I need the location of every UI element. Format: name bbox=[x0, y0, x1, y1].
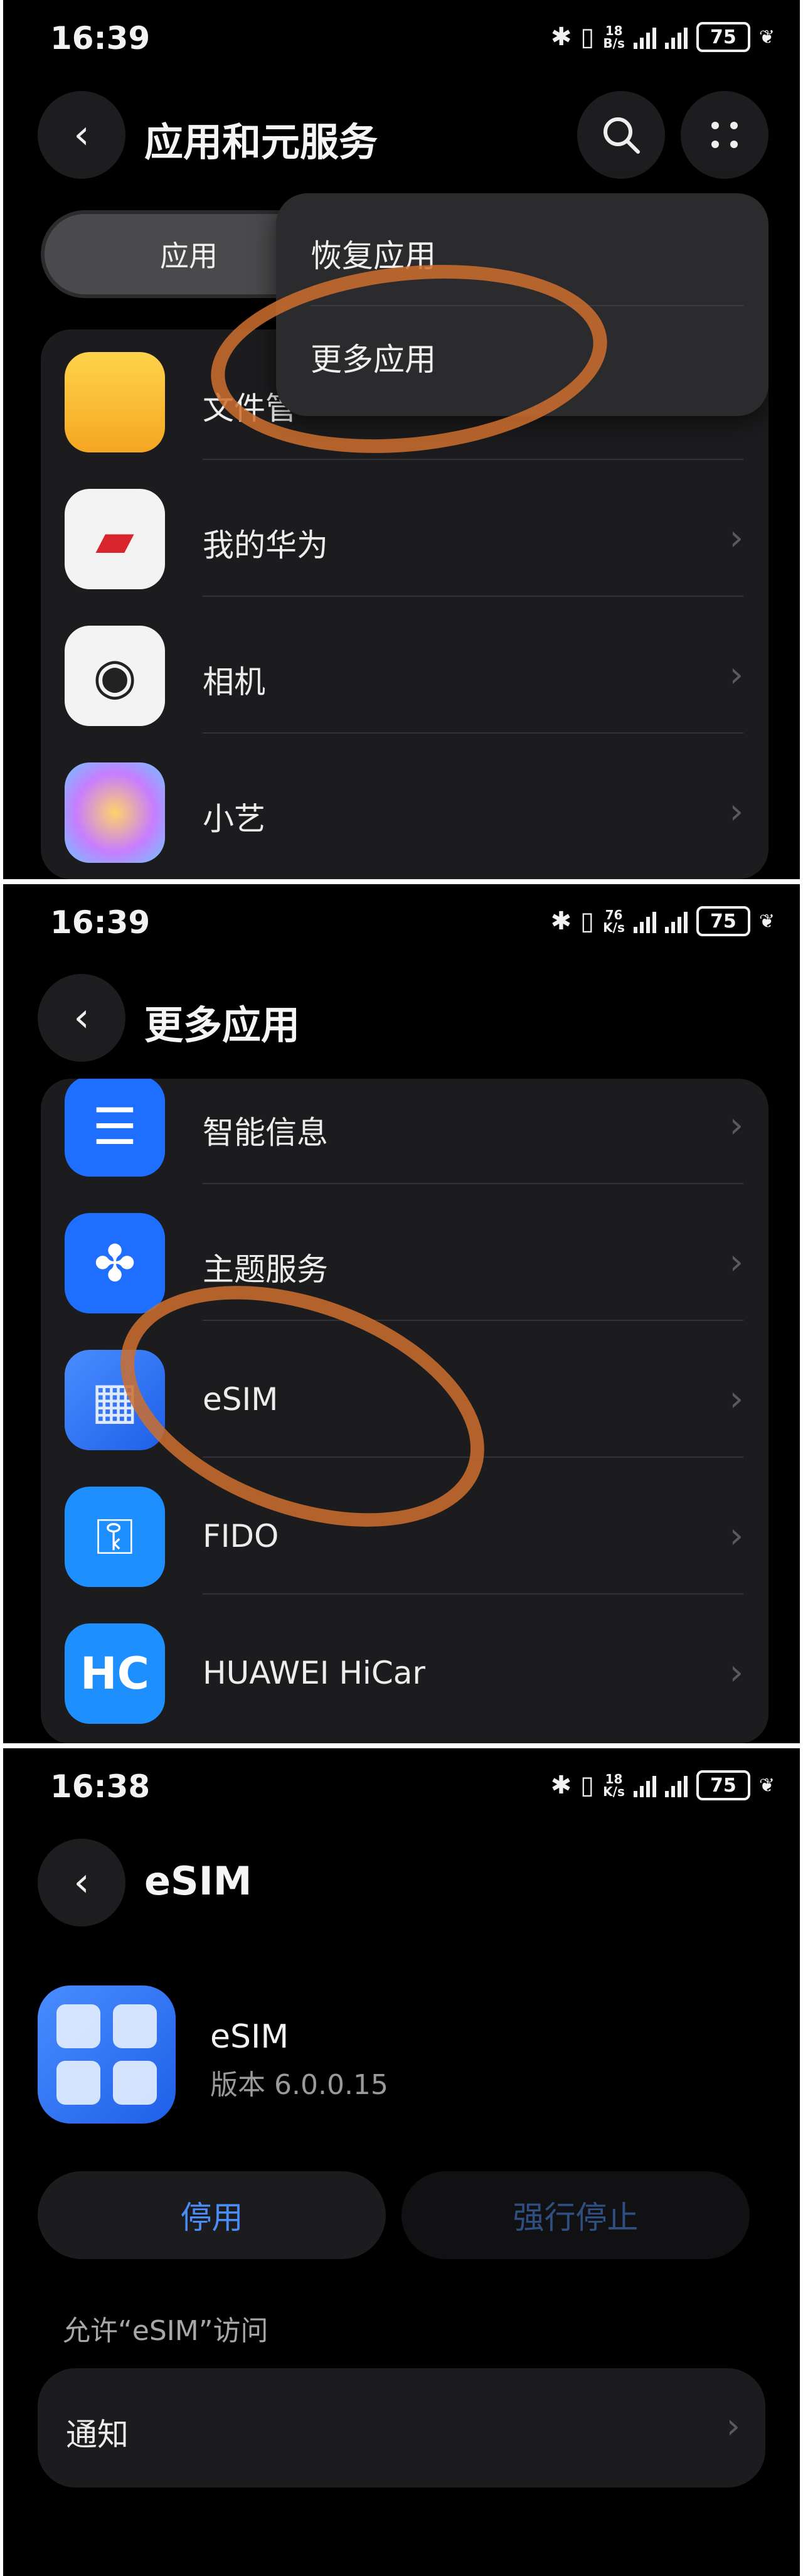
search-icon bbox=[604, 117, 640, 154]
list-item[interactable]: ⚿ FIDO › bbox=[41, 1458, 768, 1595]
app-label: HUAWEI HiCar bbox=[203, 1655, 425, 1691]
status-time: 16:39 bbox=[50, 904, 151, 941]
menu-divider bbox=[311, 305, 743, 306]
more-dots-icon bbox=[711, 122, 738, 148]
signal-icon-2 bbox=[664, 1773, 688, 1797]
leaf-icon: ❦ bbox=[758, 910, 775, 933]
leaf-icon: ❦ bbox=[758, 26, 775, 48]
chevron-left-icon: ‹ bbox=[73, 112, 90, 158]
chevron-right-icon: › bbox=[729, 518, 743, 558]
app-label: eSIM bbox=[203, 1381, 279, 1418]
back-button[interactable]: ‹ bbox=[38, 974, 125, 1062]
bluetooth-icon: ✱ bbox=[550, 23, 572, 51]
network-speed: 76 K/s bbox=[603, 907, 625, 935]
page-title: 更多应用 bbox=[144, 1002, 300, 1048]
esim-icon-tile bbox=[113, 2061, 157, 2105]
disable-button[interactable]: 停用 bbox=[38, 2171, 386, 2259]
signal-icon bbox=[633, 1773, 656, 1797]
signal-icon bbox=[633, 25, 656, 49]
chevron-left-icon: ‹ bbox=[73, 1859, 90, 1906]
status-time: 16:38 bbox=[50, 1768, 151, 1805]
battery-icon: 75 bbox=[696, 22, 750, 52]
force-stop-button[interactable]: 强行停止 bbox=[402, 2171, 750, 2259]
page-title: eSIM bbox=[144, 1858, 252, 1904]
app-label: FIDO bbox=[203, 1518, 279, 1554]
list-item[interactable]: HC HUAWEI HiCar › bbox=[41, 1595, 768, 1731]
battery-icon: 75 bbox=[696, 906, 750, 936]
esim-icon bbox=[38, 1985, 176, 2124]
esim-icon-tile bbox=[56, 2004, 100, 2048]
camera-icon: ◉ bbox=[65, 626, 165, 726]
list-item[interactable]: ✤ 主题服务 › bbox=[41, 1184, 768, 1321]
leaf-icon: ❦ bbox=[758, 1774, 775, 1797]
key-icon: ⚿ bbox=[65, 1487, 165, 1587]
list-item[interactable]: ◉ 相机 › bbox=[41, 597, 768, 734]
list-item[interactable]: ▦ eSIM › bbox=[41, 1321, 768, 1458]
signal-icon-2 bbox=[664, 909, 688, 933]
app-label: 智能信息 bbox=[203, 1114, 328, 1151]
list-item[interactable]: ☰ 智能信息 › bbox=[41, 1079, 768, 1184]
notification-row[interactable]: 通知 › bbox=[38, 2368, 765, 2488]
hicar-icon: HC bbox=[65, 1623, 165, 1724]
folder-icon bbox=[65, 352, 165, 452]
signal-icon bbox=[633, 909, 656, 933]
section-header: 允许“eSIM”访问 bbox=[63, 2315, 269, 2347]
status-time: 16:39 bbox=[50, 20, 151, 56]
chevron-right-icon: › bbox=[729, 655, 743, 695]
chevron-right-icon: › bbox=[729, 1379, 743, 1419]
search-button[interactable] bbox=[577, 91, 665, 179]
bluetooth-icon: ✱ bbox=[550, 907, 572, 936]
chevron-left-icon: ‹ bbox=[73, 995, 90, 1041]
esim-icon: ▦ bbox=[65, 1350, 165, 1450]
network-speed: 18 K/s bbox=[603, 1772, 625, 1799]
menu-item-restore-apps[interactable]: 恢复应用 bbox=[311, 231, 436, 276]
app-label: 主题服务 bbox=[203, 1251, 328, 1288]
app-list: ☰ 智能信息 › ✤ 主题服务 › ▦ eSIM › ⚿ FIDO › HC H… bbox=[41, 1079, 768, 1743]
app-name: eSIM bbox=[210, 2018, 289, 2056]
menu-item-more-apps[interactable]: 更多应用 bbox=[311, 334, 436, 380]
more-options-button[interactable] bbox=[681, 91, 768, 179]
chevron-right-icon: › bbox=[729, 1652, 743, 1693]
overflow-menu: 恢复应用 更多应用 bbox=[276, 193, 768, 416]
screen-more-apps: 16:39 ✱ ▯ 76 K/s 75 ❦ ‹ 更多应用 ☰ 智能信息 › ✤ 主… bbox=[3, 884, 800, 1743]
chevron-right-icon: › bbox=[729, 791, 743, 832]
chevron-right-icon: › bbox=[726, 2406, 740, 2447]
message-icon: ☰ bbox=[65, 1079, 165, 1177]
huawei-icon: ▰ bbox=[65, 489, 165, 589]
battery-icon: 75 bbox=[696, 1770, 750, 1800]
theme-icon: ✤ bbox=[65, 1213, 165, 1313]
esim-icon-tile bbox=[113, 2004, 157, 2048]
xiaoyi-icon bbox=[65, 762, 165, 863]
screen-esim-details: 16:38 ✱ ▯ 18 K/s 75 ❦ ‹ eSIM eSIM 版本 6.0.… bbox=[3, 1748, 800, 2576]
status-bar: 16:39 ✱ ▯ 18 B/s 75 ❦ bbox=[3, 0, 800, 82]
chevron-right-icon: › bbox=[729, 1242, 743, 1283]
app-label: 小艺 bbox=[203, 801, 265, 837]
app-label: 我的华为 bbox=[203, 527, 328, 564]
screen-apps-and-services: 16:39 ✱ ▯ 18 B/s 75 ❦ ‹ 应用和元服务 应用 文件管 ▰ 我… bbox=[3, 0, 800, 879]
esim-icon-tile bbox=[56, 2061, 100, 2105]
status-bar: 16:38 ✱ ▯ 18 K/s 75 ❦ bbox=[3, 1748, 800, 1830]
vibrate-icon: ▯ bbox=[580, 23, 595, 51]
network-speed: 18 B/s bbox=[603, 23, 625, 51]
page-title: 应用和元服务 bbox=[144, 119, 378, 165]
list-item[interactable]: 小艺 › bbox=[41, 734, 768, 870]
vibrate-icon: ▯ bbox=[580, 1771, 595, 1800]
bluetooth-icon: ✱ bbox=[550, 1771, 572, 1800]
vibrate-icon: ▯ bbox=[580, 907, 595, 936]
back-button[interactable]: ‹ bbox=[38, 1839, 125, 1927]
status-bar: 16:39 ✱ ▯ 76 K/s 75 ❦ bbox=[3, 884, 800, 966]
chevron-right-icon: › bbox=[729, 1105, 743, 1146]
chevron-right-icon: › bbox=[729, 1515, 743, 1556]
back-button[interactable]: ‹ bbox=[38, 91, 125, 179]
list-item[interactable]: ▰ 我的华为 › bbox=[41, 460, 768, 597]
app-version: 版本 6.0.0.15 bbox=[210, 2069, 388, 2101]
signal-icon-2 bbox=[664, 25, 688, 49]
app-label: 相机 bbox=[203, 664, 265, 700]
notification-label: 通知 bbox=[66, 2417, 129, 2453]
